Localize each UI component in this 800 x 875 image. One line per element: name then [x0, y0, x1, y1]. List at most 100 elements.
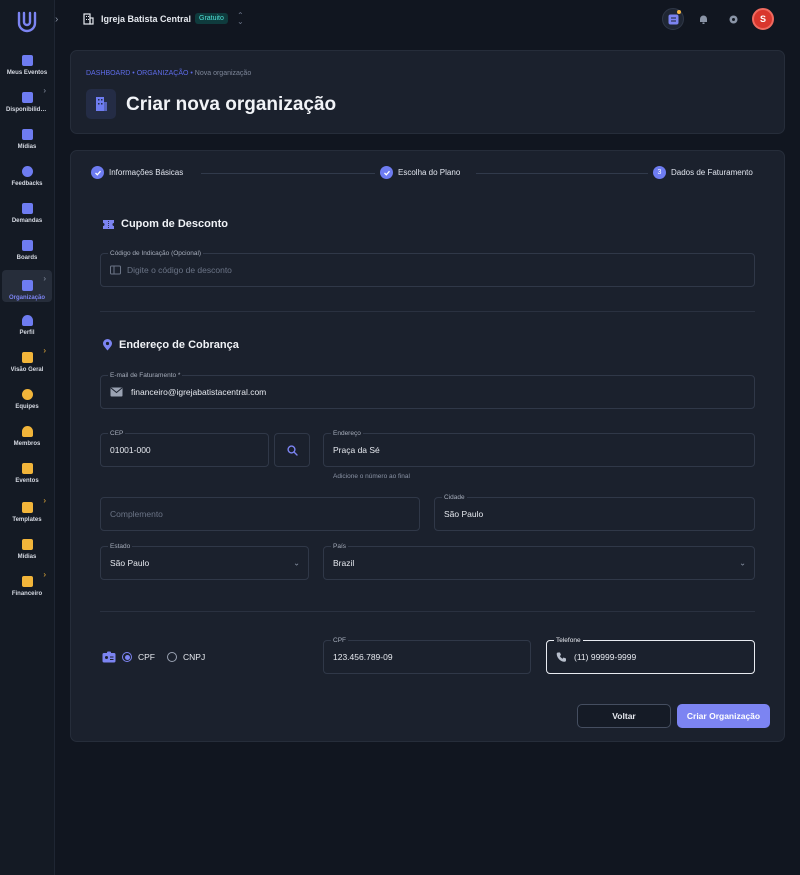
envelope-icon	[110, 387, 123, 397]
sidebar-item-label: Templates	[12, 517, 42, 523]
coupon-code-field[interactable]: Código de Indicação (Opcional) Digite o …	[100, 249, 755, 287]
radio-cnpj[interactable]	[167, 652, 177, 662]
radio-cpf-label[interactable]: CPF	[138, 652, 155, 662]
sidebar-item-visao-geral[interactable]: › Visão Geral	[2, 342, 52, 374]
country-value: Brazil	[333, 558, 355, 568]
cep-search-button[interactable]	[274, 433, 310, 467]
search-icon	[286, 444, 298, 456]
sidebar-item-label: Mídias	[17, 144, 37, 150]
chart-icon	[21, 352, 33, 363]
expand-sidebar-icon[interactable]: ›	[55, 14, 58, 25]
user-icon	[21, 315, 33, 326]
step-connector	[201, 173, 375, 174]
tasks-icon	[21, 203, 33, 214]
sidebar-item-midias[interactable]: Mídias	[2, 119, 52, 151]
app-logo[interactable]	[16, 10, 38, 34]
sidebar-item-label: Mídias	[17, 554, 37, 560]
sidebar-item-label: Financeiro	[11, 591, 43, 597]
cep-field[interactable]: CEP 01001-000	[100, 429, 269, 467]
billing-email-value: financeiro@igrejabatistacentral.com	[131, 387, 267, 397]
calendar-clock-icon	[21, 92, 33, 103]
building-icon	[96, 97, 107, 111]
field-label: Cidade	[442, 493, 467, 502]
clipboard-icon	[21, 502, 33, 513]
calendar-icon	[21, 55, 33, 66]
step-label: Escolha do Plano	[398, 168, 461, 177]
address-value: Praça da Sé	[333, 445, 380, 455]
sidebar-item-eventos[interactable]: Eventos	[2, 453, 52, 485]
sidebar-item-perfil[interactable]: Perfil	[2, 305, 52, 337]
create-organization-button[interactable]: Criar Organização	[677, 704, 770, 728]
radio-cpf[interactable]	[122, 652, 132, 662]
media-icon	[21, 539, 33, 550]
notifications-button[interactable]	[692, 8, 714, 30]
chevron-right-icon: ›	[43, 570, 46, 579]
sidebar-item-organizacao[interactable]: › Organização	[2, 270, 52, 302]
cpf-field[interactable]: CPF 123.456.789-09	[323, 636, 531, 674]
chevron-down-icon: ⌄	[739, 558, 746, 568]
complement-field[interactable]: Complemento	[100, 497, 420, 531]
avatar[interactable]: S	[752, 8, 774, 30]
phone-field[interactable]: Telefone (11) 99999-9999	[546, 636, 755, 674]
complement-placeholder: Complemento	[110, 509, 163, 519]
document-type-radio-group: CPF CNPJ	[102, 651, 205, 663]
field-label: Estado	[108, 542, 133, 551]
settings-button[interactable]	[722, 8, 744, 30]
member-icon	[21, 426, 33, 437]
topbar: › Igreja Batista Central Gratuito ⌃ ⌄ S	[55, 0, 800, 40]
building-icon	[83, 13, 94, 25]
sidebar-item-label: Membros	[13, 441, 41, 447]
section-divider	[100, 311, 755, 312]
cep-value: 01001-000	[110, 445, 151, 455]
radio-cnpj-label[interactable]: CNPJ	[183, 652, 205, 662]
sidebar-item-membros[interactable]: Membros	[2, 416, 52, 448]
sidebar-item-equipes[interactable]: Equipes	[2, 379, 52, 411]
field-label: Endereço	[331, 429, 363, 438]
back-button[interactable]: Voltar	[577, 704, 671, 728]
country-select[interactable]: País Brazil ⌄	[323, 542, 755, 580]
section-title-text: Endereço de Cobrança	[119, 339, 239, 351]
city-field[interactable]: Cidade São Paulo	[434, 493, 755, 531]
step-escolha-do-plano[interactable]: Escolha do Plano	[380, 166, 460, 179]
step-dados-de-faturamento[interactable]: 3 Dados de Faturamento	[653, 166, 753, 179]
sidebar-item-boards[interactable]: Boards	[2, 230, 52, 262]
checklist-icon	[668, 14, 678, 24]
sidebar-item-label: Disponibilidade	[6, 107, 48, 113]
sidebar-item-feedbacks[interactable]: Feedbacks	[2, 156, 52, 188]
chevron-right-icon: ›	[43, 86, 46, 95]
section-title-coupon: Cupom de Desconto	[102, 218, 228, 230]
breadcrumb-dashboard[interactable]: DASHBOARD	[86, 70, 130, 77]
sidebar-item-label: Organização	[8, 295, 45, 301]
sidebar-item-financeiro[interactable]: › Financeiro	[2, 566, 52, 598]
billing-email-field[interactable]: E-mail de Faturamento * financeiro@igrej…	[100, 371, 755, 409]
chevron-down-icon: ⌄	[293, 558, 300, 568]
address-helper-text: Adicione o número ao final	[333, 473, 410, 480]
tasks-button[interactable]	[662, 8, 684, 30]
coupon-code-placeholder: Digite o código de desconto	[127, 265, 232, 275]
breadcrumb-organizacao[interactable]: ORGANIZAÇÃO	[137, 70, 189, 77]
chevron-updown-icon[interactable]: ⌃ ⌄	[237, 12, 244, 26]
ticket-icon	[103, 219, 114, 229]
state-select[interactable]: Estado São Paulo ⌄	[100, 542, 309, 580]
sidebar-item-templates[interactable]: › Templates	[2, 492, 52, 524]
sidebar-item-midias-2[interactable]: Mídias	[2, 529, 52, 561]
gear-icon	[729, 15, 737, 23]
address-field[interactable]: Endereço Praça da Sé	[323, 429, 755, 467]
chevron-right-icon: ›	[43, 346, 46, 355]
sidebar-item-meus-eventos[interactable]: Meus Eventos	[2, 45, 52, 77]
sidebar-item-disponibilidade[interactable]: › Disponibilidade	[2, 82, 52, 114]
step-informacoes-basicas[interactable]: Informações Básicas	[91, 166, 183, 179]
media-icon	[21, 129, 33, 140]
section-title-billing: Endereço de Cobrança	[102, 339, 239, 351]
sidebar-item-demandas[interactable]: Demandas	[2, 193, 52, 225]
calendar-icon	[21, 463, 33, 474]
wallet-icon	[21, 576, 33, 587]
page-header: DASHBOARD • ORGANIZAÇÃO • Nova organizaç…	[70, 50, 785, 134]
org-switcher-name[interactable]: Igreja Batista Central	[101, 14, 191, 24]
section-title-text: Cupom de Desconto	[121, 218, 228, 230]
stepper: Informações Básicas Escolha do Plano 3 D…	[91, 166, 767, 182]
step-label: Dados de Faturamento	[671, 168, 753, 177]
cpf-value: 123.456.789-09	[333, 652, 393, 662]
team-icon	[21, 389, 33, 400]
billing-form-card: Informações Básicas Escolha do Plano 3 D…	[70, 150, 785, 742]
